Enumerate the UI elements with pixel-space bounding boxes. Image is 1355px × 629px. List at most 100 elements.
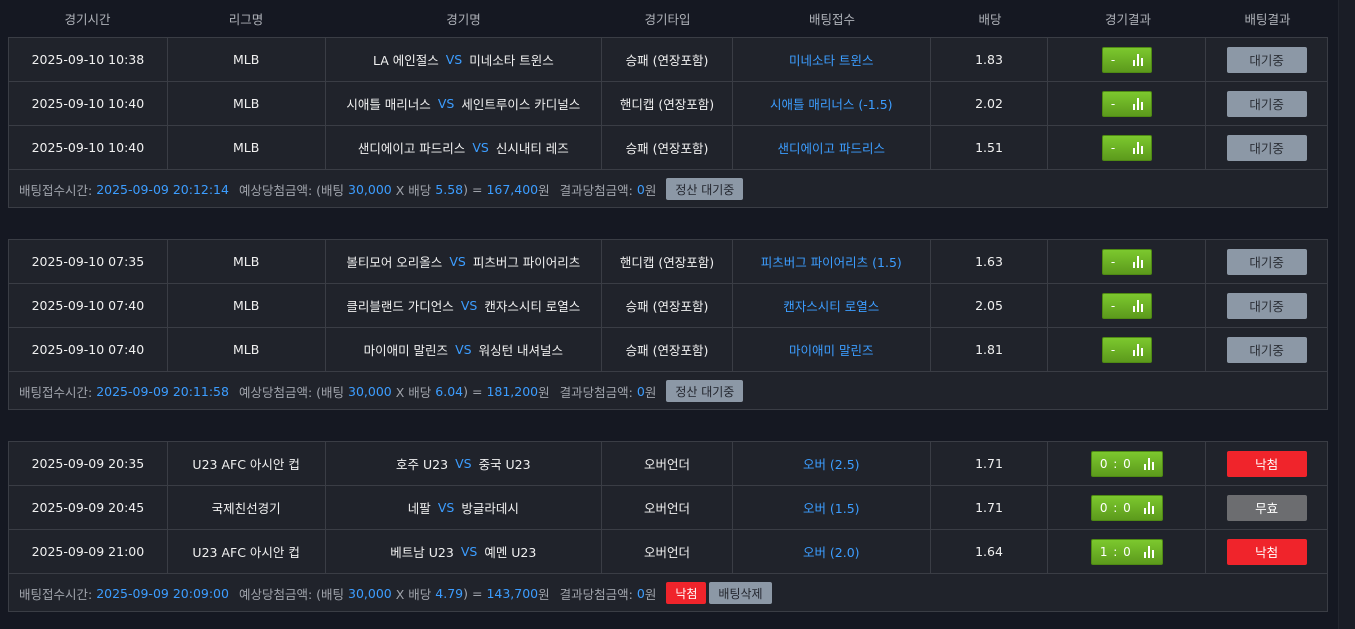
header-league: 리그명 [228,11,264,27]
bet-pick: 오버 (2.0) [733,530,931,573]
bet-pick-label: 시애틀 매리너스 (-1.5) [769,97,893,112]
header-bet-result: 배팅결과 [1244,11,1291,27]
bet-type: 승패 (연장포함) [602,38,733,81]
odds-value: 1.51 [931,126,1049,169]
bar-chart-icon [1132,343,1143,356]
bar-chart-icon [1132,141,1143,154]
match-time: 2025-09-10 10:40 [9,82,168,125]
status-badge: 대기중 [1226,248,1307,275]
bet-pick-label: 캔자스시티 로열스 [783,299,880,314]
bet-slip-group: 2025-09-09 20:35 U23 AFC 아시안 컵 호주 U23 VS… [8,441,1328,612]
result-button[interactable]: 0 : 0 [1090,450,1163,477]
bet-pick-label: 오버 (2.0) [802,545,860,560]
bet-pick: 시애틀 매리너스 (-1.5) [733,82,931,125]
match-result: - [1048,240,1207,283]
equals-label: ) = [463,585,483,601]
score-text: 0 : 0 [1099,456,1132,471]
bar-chart-icon [1143,501,1154,514]
bet-pick: 미네소타 트윈스 [733,38,931,81]
away-team: 방글라데시 [461,501,519,516]
score-text: - [1110,254,1116,269]
total-odds: 4.79 [435,585,464,601]
result-button[interactable]: - [1101,248,1152,275]
result-won-unit: 원 [644,182,657,198]
vs-label: VS [455,342,472,357]
match-name: 베트남 U23 VS 예멘 U23 [326,530,603,573]
table-row: 2025-09-09 21:00 U23 AFC 아시안 컵 베트남 U23 V… [9,530,1327,574]
league-name: U23 AFC 아시안 컵 [168,530,326,573]
bar-chart-icon [1132,97,1143,110]
result-button[interactable]: - [1101,134,1152,161]
expected-amount: 181,200 [486,383,539,399]
result-amount-label: 결과당첨금액: [559,586,633,602]
scrollbar-track[interactable] [1338,0,1355,629]
result-button[interactable]: 1 : 0 [1090,538,1163,565]
delete-bet-button[interactable]: 배팅삭제 [709,582,772,604]
score-text: 1 : 0 [1099,544,1132,559]
bet-type: 승패 (연장포함) [602,328,733,371]
bet-time-label: 배팅접수시간: [19,586,93,602]
result-button[interactable]: - [1101,46,1152,73]
result-button[interactable]: - [1101,292,1152,319]
away-team: 세인트루이스 카디널스 [461,97,581,112]
bet-summary: 배팅접수시간: 2025-09-09 20:12:14 예상당첨금액: (배팅 … [9,170,1327,208]
score-text: - [1110,298,1116,313]
bet-pick-label: 샌디에이고 파드리스 [777,141,885,156]
header-odds: 배당 [978,11,1002,27]
status-badge: 대기중 [1226,336,1307,363]
home-team: 시애틀 매리너스 [346,97,431,112]
result-amount: 0 [636,383,645,399]
bet-type: 핸디캡 (연장포함) [602,240,733,283]
match-time: 2025-09-10 07:35 [9,240,168,283]
league-name: MLB [168,240,326,283]
settlement-badge: 정산 대기중 [666,380,744,402]
home-team: 베트남 U23 [390,545,454,560]
bet-pick: 오버 (2.5) [733,442,931,485]
result-button[interactable]: - [1101,336,1152,363]
status-badge: 대기중 [1226,46,1307,73]
home-team: 마이애미 말린즈 [363,343,449,358]
odds-value: 1.71 [931,442,1049,485]
status-badge: 대기중 [1226,292,1307,319]
vs-label: VS [460,544,478,559]
bet-time: 2025-09-09 20:11:58 [96,383,229,399]
result-button[interactable]: - [1101,90,1152,117]
table-row: 2025-09-10 10:40 MLB 시애틀 매리너스 VS 세인트루이스 … [9,82,1327,126]
odds-label: X 배당 [395,586,432,602]
home-team: 호주 U23 [396,457,449,472]
match-time: 2025-09-09 20:35 [9,442,168,485]
league-name: MLB [168,38,326,81]
vs-label: VS [449,254,466,269]
table-row: 2025-09-10 10:38 MLB LA 에인절스 VS 미네소타 트윈스… [9,38,1327,82]
vs-label: VS [460,298,478,313]
result-won-unit: 원 [644,586,657,602]
bet-result: 대기중 [1206,284,1327,327]
vs-label: VS [437,96,455,111]
expected-label: 예상당첨금액: (배팅 [238,586,345,602]
stake-amount: 30,000 [348,181,392,197]
result-amount: 0 [636,585,645,601]
stake-amount: 30,000 [348,383,392,399]
table-row: 2025-09-10 07:40 MLB 클리블랜드 가디언스 VS 캔자스시티… [9,284,1327,328]
match-name: 샌디에이고 파드리스 VS 신시내티 레즈 [326,126,603,169]
bet-type: 오버언더 [602,442,733,485]
status-badge: 낙첨 [1226,450,1307,477]
home-team: 샌디에이고 파드리스 [357,141,466,156]
bar-chart-icon [1143,545,1154,558]
header-match: 경기명 [446,11,481,27]
vs-label: VS [437,500,455,515]
table-row: 2025-09-10 10:40 MLB 샌디에이고 파드리스 VS 신시내티 … [9,126,1327,170]
bet-pick-label: 오버 (2.5) [802,457,860,472]
bet-summary: 배팅접수시간: 2025-09-09 20:11:58 예상당첨금액: (배팅 … [9,372,1327,410]
result-button[interactable]: 0 : 0 [1090,494,1163,521]
total-odds: 5.58 [435,181,464,197]
bet-summary: 배팅접수시간: 2025-09-09 20:09:00 예상당첨금액: (배팅 … [9,574,1327,612]
table-header: 경기시간 리그명 경기명 경기타입 배팅접수 배당 경기결과 배팅결과 [8,0,1328,36]
table-row: 2025-09-10 07:40 MLB 마이애미 말린즈 VS 워싱턴 내셔널… [9,328,1327,372]
match-time: 2025-09-10 07:40 [9,328,168,371]
settlement-badge: 낙첨 [666,582,707,604]
result-amount-label: 결과당첨금액: [559,384,633,400]
expected-amount: 167,400 [486,181,539,197]
bet-slip-group: 2025-09-10 07:35 MLB 볼티모어 오리올스 VS 피츠버그 파… [8,239,1328,410]
bet-pick: 피츠버그 파이어리츠 (1.5) [733,240,931,283]
